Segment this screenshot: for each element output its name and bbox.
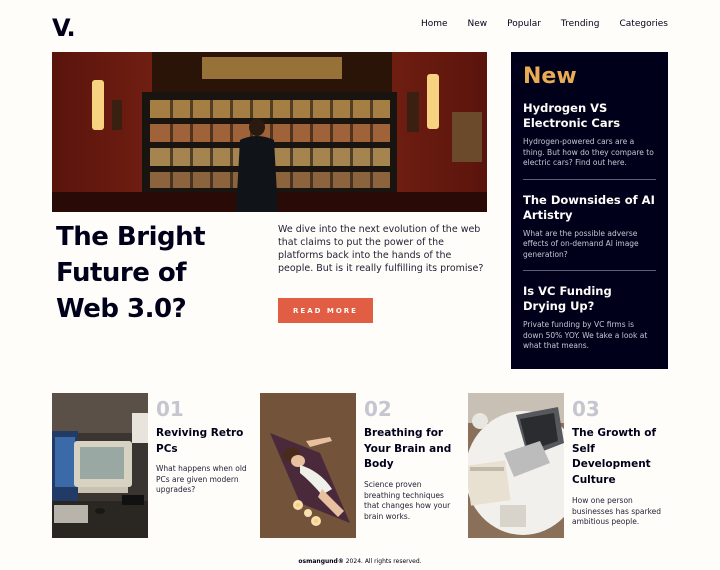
breathing-image (260, 393, 356, 538)
nav-new[interactable]: New (468, 19, 488, 29)
hero-image (52, 52, 487, 212)
new-item-title[interactable]: Is VC Funding Drying Up? (523, 284, 656, 314)
card-title[interactable]: Breathing for Your Brain and Body (364, 426, 460, 473)
new-item-title[interactable]: The Downsides of AI Artistry (523, 193, 656, 223)
new-item-desc: Private funding by VC firms is down 50% … (523, 320, 648, 350)
card-description: What happens when old PCs are given mode… (156, 464, 247, 494)
footer-text: 2024. All rights reserved. (343, 558, 422, 565)
footer: osmangund® 2024. All rights reserved. (0, 558, 720, 565)
card-description: How one person businesses has sparked am… (572, 496, 662, 526)
hero-description: We dive into the next evolution of the w… (278, 224, 484, 274)
hero-title[interactable]: The Bright Future of Web 3.0? (56, 219, 256, 327)
card-title[interactable]: Reviving Retro PCs (156, 426, 252, 457)
new-item[interactable]: The Downsides of AI Artistry What are th… (523, 193, 656, 271)
card-number: 03 (572, 397, 600, 421)
new-heading: New (523, 64, 577, 89)
workspace-image (468, 393, 564, 538)
card-number: 02 (364, 397, 392, 421)
read-more-button[interactable]: READ MORE (278, 298, 373, 323)
site-logo[interactable]: V. (52, 14, 76, 42)
new-item-desc: What are the possible adverse effects of… (523, 228, 639, 259)
new-item[interactable]: Is VC Funding Drying Up? Private funding… (523, 284, 656, 362)
new-panel: New Hydrogen VS Electronic Cars Hydrogen… (511, 52, 668, 369)
nav-popular[interactable]: Popular (507, 19, 541, 29)
card-title[interactable]: The Growth of Self Development Culture (572, 426, 668, 488)
card-number: 01 (156, 397, 184, 421)
nav-home[interactable]: Home (421, 19, 448, 29)
card-description: Science proven breathing techniques that… (364, 480, 451, 521)
nav-trending[interactable]: Trending (561, 19, 600, 29)
retro-pc-image (52, 393, 148, 538)
article-card[interactable]: 02 Breathing for Your Brain and Body Sci… (260, 393, 460, 538)
new-item[interactable]: Hydrogen VS Electronic Cars Hydrogen-pow… (523, 101, 656, 180)
nav-categories[interactable]: Categories (619, 19, 668, 29)
new-item-desc: Hydrogen-powered cars are a thing. But h… (523, 137, 654, 167)
article-card[interactable]: 01 Reviving Retro PCs What happens when … (52, 393, 252, 538)
footer-brand[interactable]: osmangund® (298, 558, 343, 565)
main-nav: Home New Popular Trending Categories (421, 19, 668, 29)
new-item-title[interactable]: Hydrogen VS Electronic Cars (523, 101, 656, 131)
article-card[interactable]: 03 The Growth of Self Development Cultur… (468, 393, 668, 538)
article-cards: 01 Reviving Retro PCs What happens when … (52, 393, 668, 538)
